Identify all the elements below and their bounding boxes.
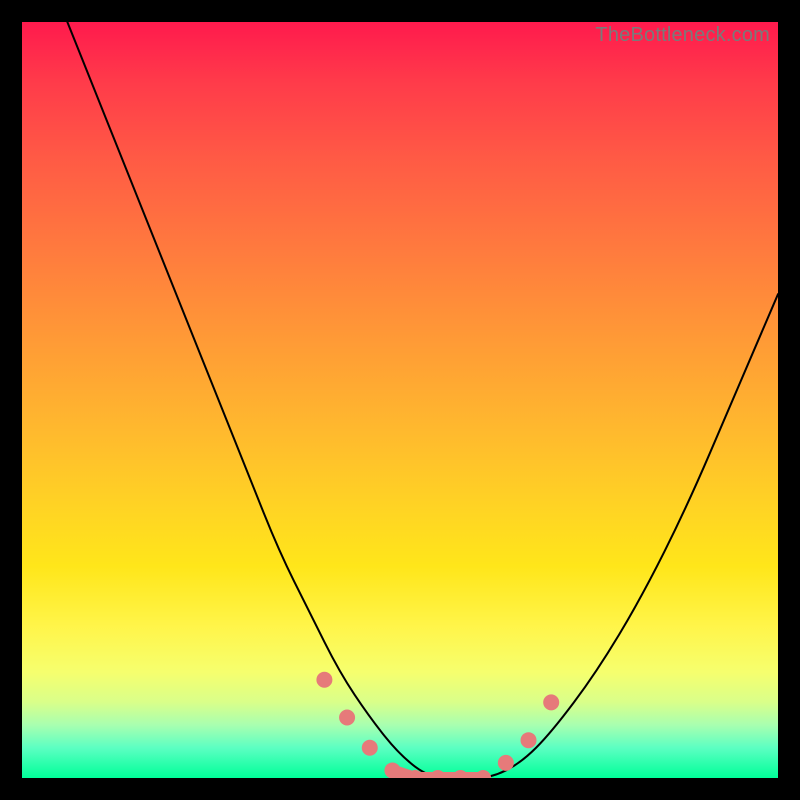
- marker-dot: [543, 694, 559, 710]
- marker-dot: [339, 710, 355, 726]
- marker-dot: [521, 732, 537, 748]
- outer-frame: TheBottleneck.com: [0, 0, 800, 800]
- marker-dot: [384, 762, 400, 778]
- marker-dot: [475, 770, 491, 778]
- marker-dot: [430, 770, 446, 778]
- bottleneck-curve-svg: [22, 22, 778, 778]
- marker-dot: [316, 672, 332, 688]
- marker-dot: [498, 755, 514, 771]
- marker-dots-group: [316, 672, 559, 778]
- plot-area: TheBottleneck.com: [22, 22, 778, 778]
- bottleneck-curve: [67, 22, 778, 778]
- marker-dot: [362, 740, 378, 756]
- marker-dot: [452, 770, 468, 778]
